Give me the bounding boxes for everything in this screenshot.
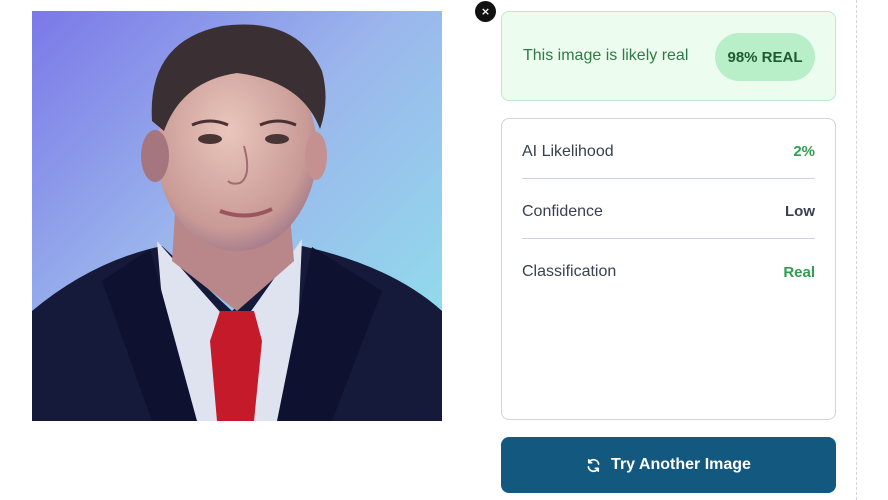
panel-divider: [856, 0, 857, 500]
stat-value: 2%: [793, 143, 815, 160]
uploaded-image: [32, 11, 442, 421]
close-icon[interactable]: ×: [475, 1, 496, 22]
stat-row-classification: Classification Real: [522, 239, 815, 299]
stat-label: Classification: [522, 263, 617, 280]
try-another-image-button[interactable]: Try Another Image: [501, 437, 836, 493]
stats-card: AI Likelihood 2% Confidence Low Classifi…: [501, 118, 836, 420]
verdict-message: This image is likely real: [523, 47, 689, 64]
stat-value: Low: [785, 203, 815, 220]
verdict-badge: 98% REAL: [715, 33, 815, 81]
refresh-icon: [587, 458, 600, 472]
stat-row-ai-likelihood: AI Likelihood 2%: [522, 119, 815, 179]
stat-label: AI Likelihood: [522, 142, 614, 160]
verdict-card: This image is likely real 98% REAL: [501, 11, 836, 101]
stat-value: Real: [783, 263, 815, 281]
stat-row-confidence: Confidence Low: [522, 179, 815, 239]
try-another-image-label: Try Another Image: [611, 456, 751, 473]
stat-label: Confidence: [522, 202, 603, 220]
